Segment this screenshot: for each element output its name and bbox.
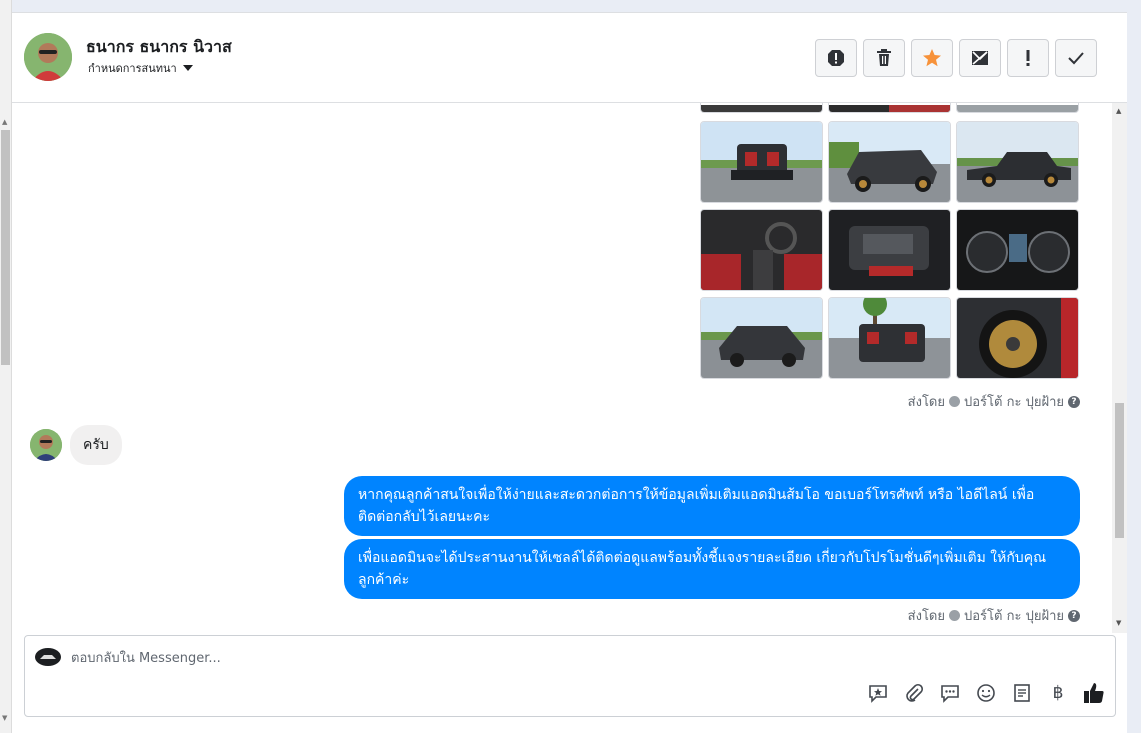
report-button[interactable] xyxy=(815,39,857,77)
check-icon xyxy=(1068,52,1084,65)
outgoing-message[interactable]: เพื่อแอดมินจะได้ประสานงานให้เซลล์ได้ติดต… xyxy=(344,539,1080,599)
scroll-up-icon[interactable]: ▲ xyxy=(2,118,7,126)
thread-scrollbar[interactable]: ▲ ▼ xyxy=(1112,103,1127,633)
exclamation-icon xyxy=(1026,50,1030,66)
help-icon[interactable]: ? xyxy=(1068,395,1080,408)
reply-input[interactable] xyxy=(71,647,871,669)
like-button[interactable] xyxy=(1083,682,1105,704)
payment-button[interactable]: ฿ xyxy=(1047,682,1069,704)
notes-icon xyxy=(1014,684,1030,702)
gallery-image[interactable] xyxy=(700,209,823,291)
gallery-image[interactable] xyxy=(700,297,823,379)
gallery-image[interactable] xyxy=(700,103,823,113)
gallery-image[interactable] xyxy=(828,121,951,203)
contact-avatar-small[interactable] xyxy=(30,429,62,461)
caret-down-icon xyxy=(182,65,193,71)
composer-tools: ฿ xyxy=(867,682,1105,704)
saved-reply-icon xyxy=(869,685,887,703)
done-button[interactable] xyxy=(1055,39,1097,77)
mark-unread-button[interactable] xyxy=(959,39,1001,77)
chat-button[interactable] xyxy=(939,682,961,704)
reply-composer: ฿ xyxy=(24,635,1116,717)
saved-reply-button[interactable] xyxy=(867,682,889,704)
notes-button[interactable] xyxy=(1011,682,1033,704)
gallery-image[interactable] xyxy=(828,103,951,113)
page-logo-icon xyxy=(35,648,61,666)
conversation-panel: ธนากร ธนากร นิวาส กำหนดการสนทนา ส่งโดย ป… xyxy=(12,12,1127,733)
assign-conversation-dropdown[interactable]: กำหนดการสนทนา xyxy=(88,59,193,77)
gallery-image[interactable] xyxy=(828,209,951,291)
scrollbar-thumb[interactable] xyxy=(1115,403,1124,538)
scroll-down-icon[interactable]: ▼ xyxy=(2,714,7,722)
help-icon[interactable]: ? xyxy=(1068,609,1080,622)
sent-by-label: ส่งโดย ปอร์โต้ กะ ปุยฝ้าย ? xyxy=(908,605,1080,626)
gallery-image[interactable] xyxy=(956,297,1079,379)
trash-icon xyxy=(877,49,891,66)
mark-unread-icon xyxy=(972,51,988,65)
outgoing-message[interactable]: หากคุณลูกค้าสนใจเพื่อให้ง่ายและสะดวกต่อก… xyxy=(344,476,1080,536)
follow-up-button[interactable] xyxy=(1007,39,1049,77)
conversation-header: ธนากร ธนากร นิวาส กำหนดการสนทนา xyxy=(12,13,1127,103)
emoji-button[interactable] xyxy=(975,682,997,704)
scroll-up-icon[interactable]: ▲ xyxy=(1116,107,1121,115)
scroll-down-icon[interactable]: ▼ xyxy=(1116,619,1121,627)
gallery-image[interactable] xyxy=(956,209,1079,291)
star-icon xyxy=(923,49,941,67)
sender-name[interactable]: ปอร์โต้ กะ ปุยฝ้าย xyxy=(964,605,1064,626)
gallery-image[interactable] xyxy=(700,121,823,203)
attach-icon xyxy=(906,683,924,702)
gallery-image[interactable] xyxy=(956,121,1079,203)
sender-name[interactable]: ปอร์โต้ กะ ปุยฝ้าย xyxy=(964,391,1064,412)
header-actions xyxy=(815,39,1097,77)
assign-label: กำหนดการสนทนา xyxy=(88,62,177,75)
chat-icon xyxy=(941,685,959,703)
contact-name[interactable]: ธนากร ธนากร นิวาส xyxy=(86,35,232,60)
emoji-icon xyxy=(977,684,995,702)
delete-button[interactable] xyxy=(863,39,905,77)
contact-avatar[interactable] xyxy=(24,33,72,81)
verified-icon xyxy=(949,396,960,407)
attach-button[interactable] xyxy=(903,682,925,704)
incoming-message[interactable]: ครับ xyxy=(70,425,122,465)
sent-by-label: ส่งโดย ปอร์โต้ กะ ปุยฝ้าย ? xyxy=(908,391,1080,412)
report-icon xyxy=(828,50,844,66)
message-thread: ส่งโดย ปอร์โต้ กะ ปุยฝ้าย ? ครับ หากคุณล… xyxy=(12,103,1112,633)
baht-icon: ฿ xyxy=(1052,683,1064,703)
gallery-image[interactable] xyxy=(956,103,1079,113)
left-scrollbar[interactable]: ▲ ▼ xyxy=(0,0,12,733)
scrollbar-thumb[interactable] xyxy=(1,130,10,365)
star-button[interactable] xyxy=(911,39,953,77)
like-icon xyxy=(1084,683,1104,703)
verified-icon xyxy=(949,610,960,621)
gallery-image[interactable] xyxy=(828,297,951,379)
